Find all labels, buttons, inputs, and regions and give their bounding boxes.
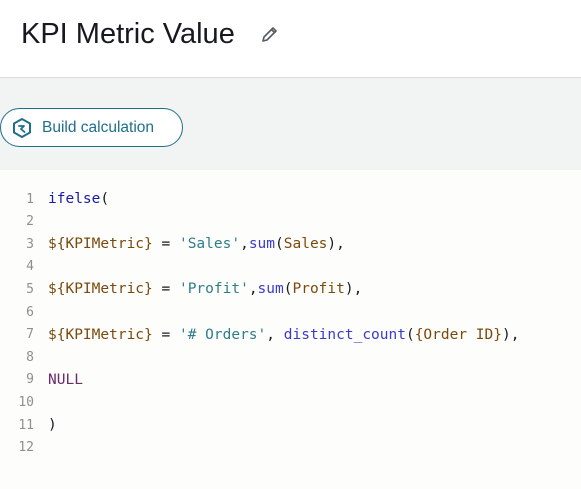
code-text: ifelse( (48, 191, 109, 207)
page-title: KPI Metric Value (21, 18, 235, 50)
line-number: 10 (18, 394, 34, 410)
code-text: NULL (48, 372, 83, 388)
code-token: ( (405, 326, 415, 343)
code-token: NULL (48, 371, 83, 388)
code-token: , (240, 236, 249, 253)
code-token: ) (48, 417, 57, 433)
code-text: ) (48, 417, 57, 433)
code-token: = (152, 236, 179, 253)
code-token: = (152, 281, 179, 298)
code-line[interactable]: 11) (0, 414, 581, 436)
code-token: ifelse (48, 191, 101, 207)
code-line[interactable]: 10 (0, 391, 581, 413)
code-token: ( (100, 191, 110, 207)
code-token: Sales (283, 236, 328, 253)
code-token: ${KPIMetric} (48, 281, 153, 298)
code-token: sum (248, 236, 276, 253)
line-number: 8 (26, 349, 34, 365)
code-text: ${KPIMetric} = '# Orders', distinct_coun… (48, 327, 519, 343)
code-line[interactable]: 6 (0, 301, 581, 323)
toolbar: Build calculation (0, 78, 581, 170)
code-line[interactable]: 5 ${KPIMetric} = 'Profit',sum(Profit), (0, 278, 581, 300)
code-text: ${KPIMetric} = 'Sales',sum(Sales), (48, 236, 345, 252)
code-token: = (152, 326, 179, 343)
line-number: 12 (18, 440, 34, 456)
line-number: 7 (26, 327, 34, 343)
code-token: ), (502, 326, 520, 343)
code-token: sum (257, 281, 284, 298)
line-number: 9 (26, 372, 34, 388)
code-token: 'Profit' (178, 281, 249, 298)
line-number: 3 (26, 236, 34, 252)
code-token: distinct_count (283, 326, 406, 343)
code-token: , (248, 281, 258, 298)
line-number: 6 (26, 304, 34, 320)
code-token: ${KPIMetric} (48, 236, 153, 253)
code-line[interactable]: 12 (0, 437, 581, 459)
code-line[interactable]: 1 ifelse( (0, 188, 581, 210)
code-token: 'Sales' (178, 236, 241, 253)
line-number: 2 (26, 214, 34, 230)
code-line[interactable]: 4 (0, 256, 581, 278)
code-token: '# Orders' (178, 326, 267, 343)
code-token: ), (344, 281, 363, 298)
build-calculation-button[interactable]: Build calculation (0, 108, 183, 147)
code-text: ${KPIMetric} = 'Profit',sum(Profit), (48, 281, 362, 297)
line-number: 5 (26, 281, 34, 297)
header: KPI Metric Value (0, 0, 581, 78)
line-number: 1 (26, 191, 34, 207)
code-line[interactable]: 7 ${KPIMetric} = '# Orders', distinct_cou… (0, 324, 581, 346)
build-calculation-label: Build calculation (42, 118, 155, 136)
pencil-icon[interactable] (260, 24, 280, 44)
code-token: , (266, 326, 284, 343)
code-token: ( (275, 236, 284, 253)
code-line[interactable]: 9 NULL (0, 369, 581, 391)
code-token: ), (327, 236, 345, 253)
code-editor[interactable]: 1 ifelse(2 3 ${KPIMetric} = 'Sales',sum(Sal… (0, 170, 581, 489)
code-line[interactable]: 3 ${KPIMetric} = 'Sales',sum(Sales), (0, 233, 581, 255)
calculation-icon (11, 117, 33, 139)
code-token: ${KPIMetric} (48, 326, 153, 343)
code-token: Profit (292, 281, 345, 298)
code-token: {Order ID} (414, 326, 503, 343)
code-line[interactable]: 8 (0, 346, 581, 368)
line-number: 11 (18, 417, 34, 433)
line-number: 4 (26, 259, 34, 275)
code-line[interactable]: 2 (0, 211, 581, 233)
